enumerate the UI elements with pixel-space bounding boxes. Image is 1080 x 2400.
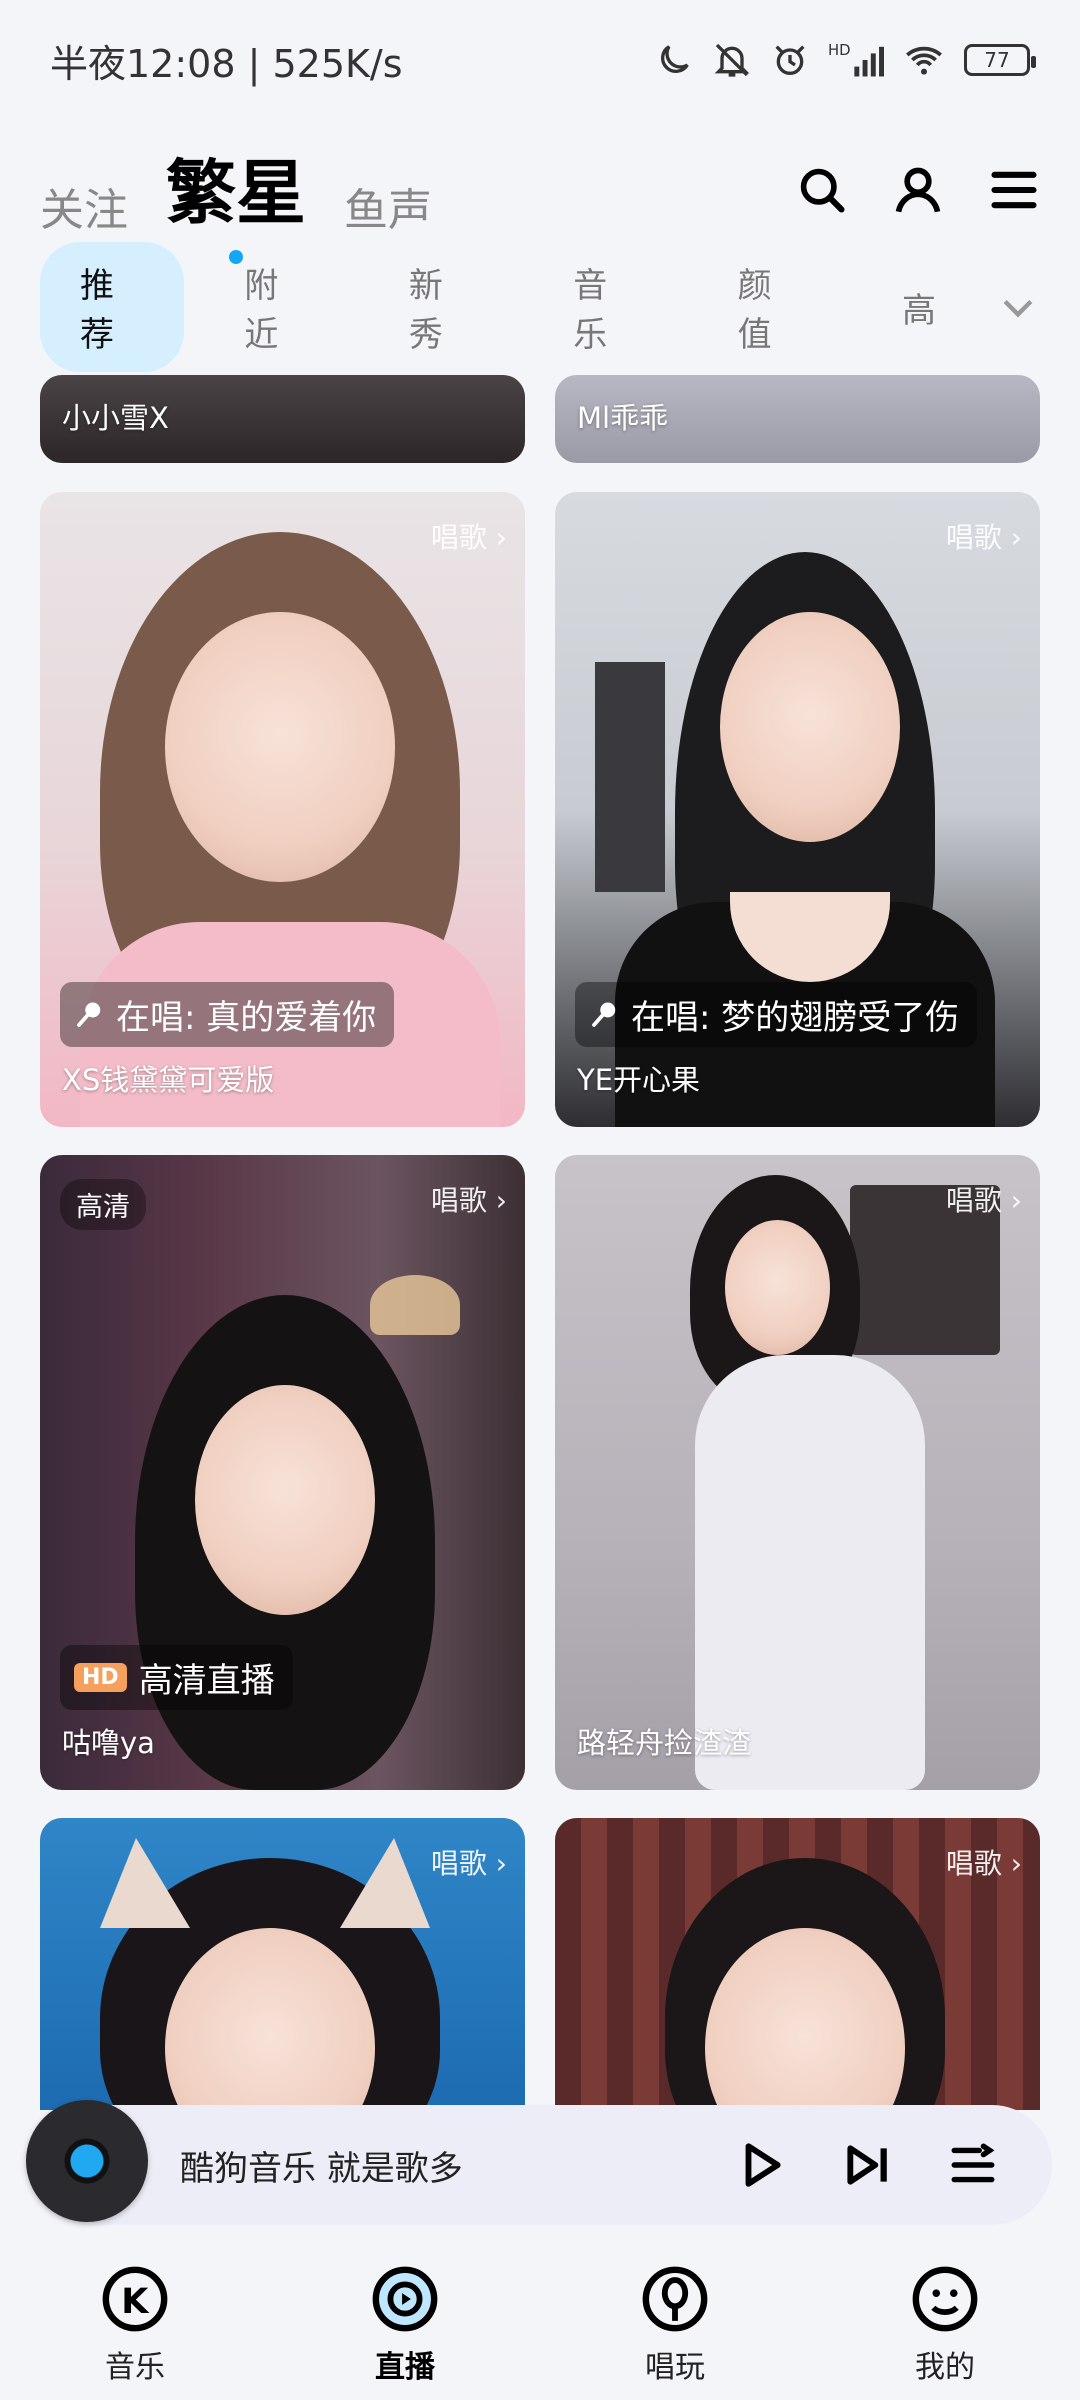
category-chips: 推荐 附近 新秀 音乐 颜值 高 — [0, 242, 1080, 372]
battery-level: 77 — [984, 48, 1010, 72]
chevron-down-icon[interactable] — [996, 285, 1040, 329]
menu-icon[interactable] — [988, 164, 1040, 216]
category-link-sing[interactable]: 唱歌 › — [431, 516, 507, 556]
nav-me[interactable]: 我的 — [845, 2264, 1045, 2386]
chip-music[interactable]: 音乐 — [533, 242, 677, 372]
live-icon — [372, 2266, 438, 2332]
now-singing-badge: 在唱: 梦的翅膀受了伤 — [575, 982, 978, 1047]
nav-me-label: 我的 — [915, 2350, 975, 2385]
search-icon[interactable] — [796, 164, 848, 216]
streamer-name: 小小雪X — [62, 401, 169, 435]
nav-live-label: 直播 — [375, 2350, 435, 2385]
live-feed[interactable]: 小小雪X Ml乖乖 唱歌 › 在唱: 真的爱着你 XS钱黛黛可爱版 唱歌 › 在… — [40, 375, 1040, 2110]
wifi-icon — [906, 46, 942, 75]
now-singing-badge: 在唱: 真的爱着你 — [60, 982, 395, 1047]
chip-nearby[interactable]: 附近 — [204, 242, 348, 372]
streamer-name: Ml乖乖 — [577, 401, 669, 435]
live-card[interactable]: 唱歌 › 路轻舟捡渣渣 — [555, 1155, 1040, 1790]
chip-recommend[interactable]: 推荐 — [40, 242, 185, 372]
chip-more-truncated[interactable]: 高 — [862, 267, 976, 348]
top-nav: 关注 繁星 鱼声 — [0, 130, 1080, 264]
chip-looks[interactable]: 颜值 — [698, 242, 842, 372]
player-title: 酷狗音乐 就是歌多 — [180, 2148, 463, 2189]
hd-live-badge: HD 高清直播 — [60, 1645, 293, 1710]
live-card[interactable]: 唱歌 › 在唱: 真的爱着你 XS钱黛黛可爱版 — [40, 492, 525, 1127]
vinyl-disc-icon[interactable] — [26, 2100, 148, 2222]
mic-icon — [592, 1002, 616, 1027]
svg-text:HD: HD — [828, 42, 851, 59]
nav-music[interactable]: K 音乐 — [35, 2264, 235, 2386]
nav-music-label: 音乐 — [105, 2350, 165, 2385]
live-card[interactable]: 唱歌 › — [40, 1818, 525, 2110]
svg-text:K: K — [121, 2282, 150, 2322]
hd-tag: 高清 — [60, 1179, 146, 1230]
category-link-sing[interactable]: 唱歌 › — [946, 1842, 1022, 1882]
streamer-name: XS钱黛黛可爱版 — [62, 1063, 275, 1097]
hd-signal-icon: HD — [828, 42, 884, 77]
category-link-sing[interactable]: 唱歌 › — [946, 516, 1022, 556]
kugou-music-icon: K — [102, 2266, 168, 2332]
tab-fanxing[interactable]: 繁星 — [166, 137, 306, 264]
streamer-name: 咕噜ya — [62, 1726, 155, 1760]
mute-bell-icon — [714, 43, 750, 77]
category-link-sing[interactable]: 唱歌 › — [431, 1842, 507, 1882]
nav-sing[interactable]: 唱玩 — [575, 2264, 775, 2386]
bottom-nav: K 音乐 直播 唱玩 我的 — [0, 2250, 1080, 2400]
next-track-icon[interactable] — [842, 2140, 892, 2190]
category-link-sing[interactable]: 唱歌 › — [431, 1179, 507, 1219]
live-card[interactable]: 唱歌 › — [555, 1818, 1040, 2110]
nav-live[interactable]: 直播 — [305, 2264, 505, 2386]
now-singing-text: 在唱: 真的爱着你 — [116, 998, 377, 1038]
alarm-icon — [775, 45, 805, 75]
live-card[interactable]: Ml乖乖 — [555, 375, 1040, 463]
moon-icon — [661, 45, 689, 73]
status-bar: 半夜12:08 | 525K/s HD 77 — [0, 0, 1080, 120]
hd-live-text: 高清直播 — [138, 1661, 275, 1701]
playlist-icon[interactable] — [948, 2140, 998, 2190]
mic-icon — [77, 1002, 101, 1027]
chip-new[interactable]: 新秀 — [369, 242, 513, 372]
live-card[interactable]: 唱歌 › 在唱: 梦的翅膀受了伤 YE开心果 — [555, 492, 1040, 1127]
profile-icon[interactable] — [892, 164, 944, 216]
mini-player[interactable]: 酷狗音乐 就是歌多 — [26, 2100, 1052, 2225]
tab-follow[interactable]: 关注 — [40, 174, 128, 244]
sing-icon — [642, 2266, 708, 2332]
me-icon — [912, 2266, 978, 2332]
live-card[interactable]: 小小雪X — [40, 375, 525, 463]
status-time-speed: 半夜12:08 | 525K/s — [50, 41, 403, 86]
nav-sing-label: 唱玩 — [645, 2350, 705, 2385]
category-link-sing[interactable]: 唱歌 › — [946, 1179, 1022, 1219]
streamer-name: 路轻舟捡渣渣 — [577, 1726, 752, 1760]
tab-yusheng[interactable]: 鱼声 — [344, 174, 432, 244]
battery-icon: 77 — [964, 44, 1036, 76]
now-singing-text: 在唱: 梦的翅膀受了伤 — [631, 998, 960, 1038]
play-icon[interactable] — [736, 2140, 786, 2190]
hd-badge: HD — [74, 1663, 127, 1692]
streamer-name: YE开心果 — [577, 1063, 701, 1097]
live-card[interactable]: 高清 唱歌 › HD 高清直播 咕噜ya — [40, 1155, 525, 1790]
